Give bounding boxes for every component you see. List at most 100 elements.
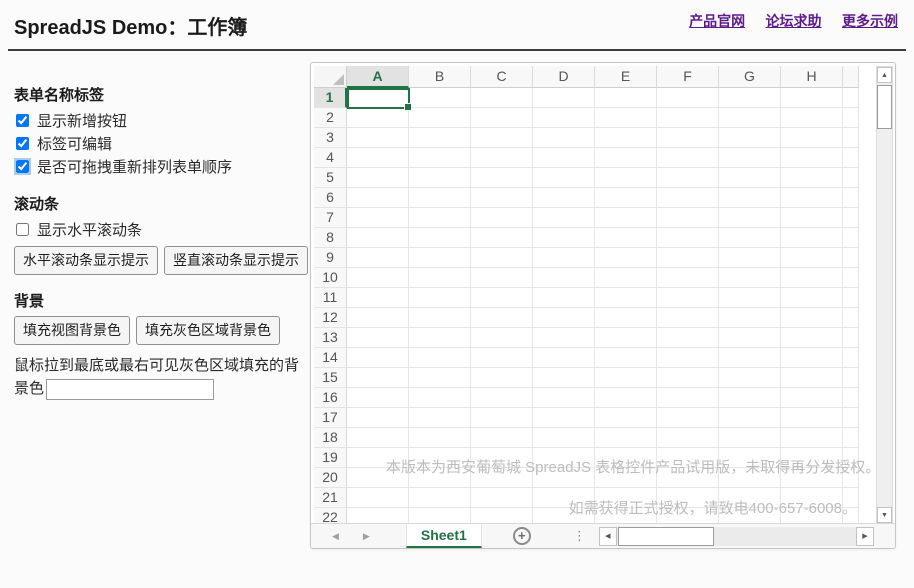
cell-A15[interactable] [347, 368, 409, 388]
cell-G4[interactable] [719, 148, 781, 168]
cell-B16[interactable] [409, 388, 471, 408]
cell-A9[interactable] [347, 248, 409, 268]
scroll-down-icon[interactable]: ▼ [877, 507, 892, 523]
cell-H5[interactable] [781, 168, 843, 188]
cell-E11[interactable] [595, 288, 657, 308]
cell-F8[interactable] [657, 228, 719, 248]
cell-G15[interactable] [719, 368, 781, 388]
cell-G17[interactable] [719, 408, 781, 428]
cell-F10[interactable] [657, 268, 719, 288]
cell-E6[interactable] [595, 188, 657, 208]
cell-H7[interactable] [781, 208, 843, 228]
cell-D12[interactable] [533, 308, 595, 328]
cell-H12[interactable] [781, 308, 843, 328]
cell-F20[interactable] [657, 468, 719, 488]
cell-C19[interactable] [471, 448, 533, 468]
cell-E2[interactable] [595, 108, 657, 128]
cell-E22[interactable] [595, 508, 657, 524]
cell-C22[interactable] [471, 508, 533, 524]
row-header-3[interactable]: 3 [314, 128, 347, 148]
cell-H4[interactable] [781, 148, 843, 168]
checkbox-row-tab-editable[interactable]: 标签可编辑 [14, 132, 308, 155]
cell-G6[interactable] [719, 188, 781, 208]
cell-H16[interactable] [781, 388, 843, 408]
cell-C6[interactable] [471, 188, 533, 208]
cell-C7[interactable] [471, 208, 533, 228]
cell-D13[interactable] [533, 328, 595, 348]
cell-D1[interactable] [533, 88, 595, 108]
cell-D3[interactable] [533, 128, 595, 148]
row-header-5[interactable]: 5 [314, 168, 347, 188]
cell-G13[interactable] [719, 328, 781, 348]
cell-D18[interactable] [533, 428, 595, 448]
vscroll-tip-button[interactable]: 竖直滚动条显示提示 [164, 246, 308, 275]
cell-E7[interactable] [595, 208, 657, 228]
checkbox-row-show-hscrollbar[interactable]: 显示水平滚动条 [14, 218, 308, 241]
cell-H6[interactable] [781, 188, 843, 208]
link-more-demos[interactable]: 更多示例 [842, 13, 898, 29]
row-header-6[interactable]: 6 [314, 188, 347, 208]
cell-F19[interactable] [657, 448, 719, 468]
link-forum-help[interactable]: 论坛求助 [766, 13, 822, 29]
cell-C11[interactable] [471, 288, 533, 308]
cell-H9[interactable] [781, 248, 843, 268]
cell-G7[interactable] [719, 208, 781, 228]
cell-E3[interactable] [595, 128, 657, 148]
cell-E9[interactable] [595, 248, 657, 268]
cell-A17[interactable] [347, 408, 409, 428]
cell-H22[interactable] [781, 508, 843, 524]
row-header-13[interactable]: 13 [314, 328, 347, 348]
cell-H1[interactable] [781, 88, 843, 108]
hscroll-tip-button[interactable]: 水平滚动条显示提示 [14, 246, 158, 275]
cell-H8[interactable] [781, 228, 843, 248]
cell-G21[interactable] [719, 488, 781, 508]
gray-area-color-input[interactable] [46, 379, 214, 400]
cell-H10[interactable] [781, 268, 843, 288]
cell-B8[interactable] [409, 228, 471, 248]
cell-C20[interactable] [471, 468, 533, 488]
cell-E21[interactable] [595, 488, 657, 508]
row-header-18[interactable]: 18 [314, 428, 347, 448]
cell-F14[interactable] [657, 348, 719, 368]
cell-B13[interactable] [409, 328, 471, 348]
cell-B4[interactable] [409, 148, 471, 168]
cell-A2[interactable] [347, 108, 409, 128]
cell-H19[interactable] [781, 448, 843, 468]
cell-B15[interactable] [409, 368, 471, 388]
cell-B22[interactable] [409, 508, 471, 524]
cell-F18[interactable] [657, 428, 719, 448]
cell-G2[interactable] [719, 108, 781, 128]
cell-C17[interactable] [471, 408, 533, 428]
cell-C2[interactable] [471, 108, 533, 128]
cell-B6[interactable] [409, 188, 471, 208]
cell-F22[interactable] [657, 508, 719, 524]
checkbox-row-drag-reorder[interactable]: 是否可拖拽重新排列表单顺序 [14, 155, 308, 178]
cell-F3[interactable] [657, 128, 719, 148]
cell-E1[interactable] [595, 88, 657, 108]
cell-B7[interactable] [409, 208, 471, 228]
cell-G12[interactable] [719, 308, 781, 328]
next-sheet-icon[interactable]: ▶ [363, 531, 370, 542]
cell-A8[interactable] [347, 228, 409, 248]
cell-B12[interactable] [409, 308, 471, 328]
row-header-7[interactable]: 7 [314, 208, 347, 228]
cell-A12[interactable] [347, 308, 409, 328]
cell-F16[interactable] [657, 388, 719, 408]
cell-B14[interactable] [409, 348, 471, 368]
cell-B17[interactable] [409, 408, 471, 428]
cell-F21[interactable] [657, 488, 719, 508]
cell-D2[interactable] [533, 108, 595, 128]
row-header-17[interactable]: 17 [314, 408, 347, 428]
cell-C10[interactable] [471, 268, 533, 288]
row-header-22[interactable]: 22 [314, 508, 347, 524]
cell-E5[interactable] [595, 168, 657, 188]
row-header-21[interactable]: 21 [314, 488, 347, 508]
scroll-right-icon[interactable]: ▶ [856, 527, 874, 546]
cell-A21[interactable] [347, 488, 409, 508]
column-header-F[interactable]: F [657, 66, 719, 88]
cell-E16[interactable] [595, 388, 657, 408]
cell-A5[interactable] [347, 168, 409, 188]
cell-D8[interactable] [533, 228, 595, 248]
cell-B11[interactable] [409, 288, 471, 308]
cell-D7[interactable] [533, 208, 595, 228]
